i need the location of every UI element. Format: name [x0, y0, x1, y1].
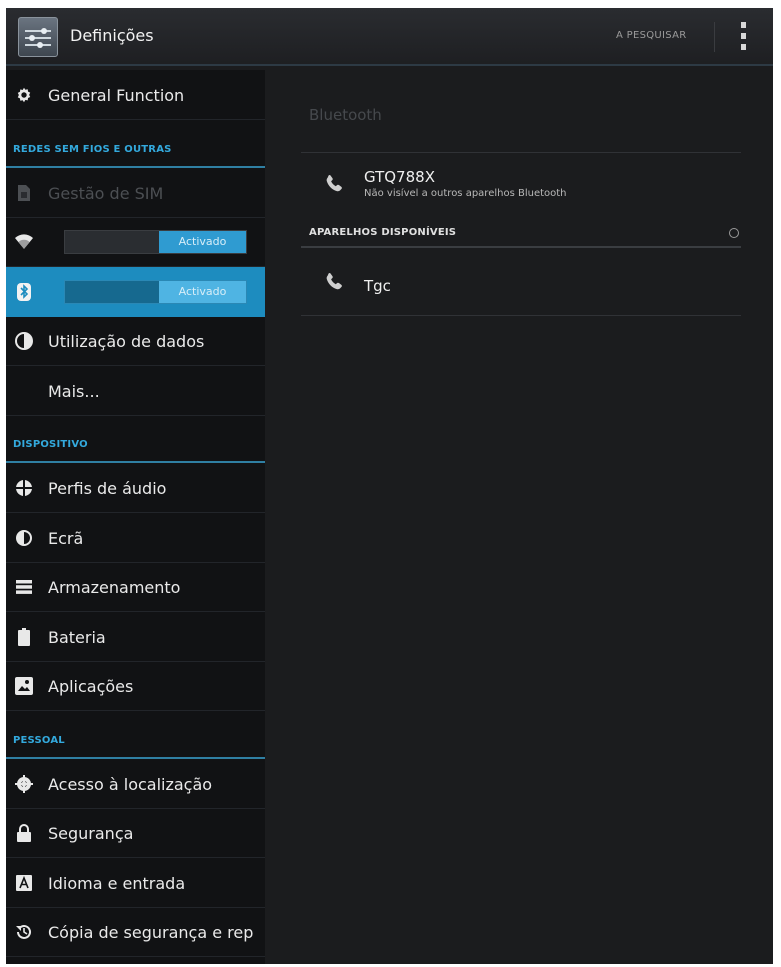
- sidebar-item-language[interactable]: Idioma e entrada: [6, 858, 265, 908]
- sidebar-item-apps[interactable]: Aplicações: [6, 661, 265, 711]
- sidebar-item-label: Gestão de SIM: [48, 183, 164, 203]
- settings-sidebar: General Function REDES SEM FIOS E OUTRAS G…: [6, 70, 265, 964]
- sidebar-section-header: REDES SEM FIOS E OUTRAS: [6, 134, 265, 168]
- sidebar-item-bluetooth[interactable]: Activado: [6, 266, 265, 317]
- settings-screen: Definições A PESQUISAR General Function R…: [6, 8, 773, 964]
- phone-icon: [326, 273, 342, 290]
- sidebar-item-sim[interactable]: Gestão de SIM: [6, 168, 265, 218]
- toggle-state-label: Activado: [159, 231, 246, 253]
- sidebar-item-location[interactable]: Acesso à localização: [6, 759, 265, 809]
- section-header-label: REDES SEM FIOS E OUTRAS: [13, 143, 172, 155]
- bluetooth-icon: [14, 282, 34, 302]
- device-visibility-status: Não visível a outros aparelhos Bluetooth: [364, 188, 567, 199]
- sim-icon: [14, 183, 34, 203]
- overflow-menu-icon[interactable]: [734, 22, 754, 52]
- sidebar-item-label: Segurança: [48, 824, 134, 843]
- divider: [301, 315, 741, 316]
- available-devices-header: APARELHOS DISPONÍVEIS: [309, 227, 457, 238]
- sidebar-section-header: PESSOAL: [6, 725, 265, 759]
- wifi-toggle-switch[interactable]: Activado: [64, 230, 247, 254]
- audio-profiles-icon: [14, 478, 34, 498]
- lock-icon: [14, 823, 34, 843]
- scanning-progress-icon: [729, 228, 739, 238]
- apps-icon: [14, 676, 34, 696]
- section-header-label: PESSOAL: [13, 734, 65, 746]
- divider: [301, 152, 741, 153]
- phone-icon: [326, 175, 342, 192]
- storage-icon: [14, 577, 34, 597]
- sidebar-item-storage[interactable]: Armazenamento: [6, 562, 265, 612]
- language-icon: [14, 873, 34, 893]
- action-bar: Definições A PESQUISAR: [6, 8, 773, 66]
- sidebar-item-label: Aplicações: [48, 677, 134, 696]
- battery-icon: [14, 627, 34, 647]
- device-name: GTQ788X: [364, 168, 435, 186]
- sidebar-item-label: Ecrã: [48, 528, 84, 548]
- gear-icon: [14, 85, 34, 105]
- pane-title: Bluetooth: [309, 106, 382, 124]
- location-icon: [14, 774, 34, 794]
- toggle-state-label: Activado: [159, 280, 246, 303]
- backup-icon: [14, 922, 34, 942]
- search-button[interactable]: A PESQUISAR: [616, 30, 686, 41]
- sidebar-item-lock[interactable]: Segurança: [6, 808, 265, 858]
- sidebar-item-battery[interactable]: Bateria: [6, 612, 265, 662]
- sidebar-item-label: Cópia de segurança e rep: [48, 923, 254, 942]
- bluetooth-toggle-switch[interactable]: Activado: [64, 279, 247, 304]
- section-header-label: DISPOSITIVO: [13, 439, 88, 450]
- sidebar-item-label: General Function: [48, 86, 185, 105]
- device-name: Tgc: [364, 277, 391, 295]
- page-title: Definições: [70, 26, 154, 45]
- section-divider: [301, 246, 741, 248]
- settings-app-icon[interactable]: [18, 17, 58, 57]
- sidebar-item-display[interactable]: Ecrã: [6, 513, 265, 563]
- sidebar-item-gear[interactable]: General Function: [6, 70, 265, 120]
- sidebar-item-data-usage[interactable]: Utilização de dados: [6, 316, 265, 366]
- sidebar-section-header: DISPOSITIVO: [6, 429, 265, 463]
- sidebar-item-label: Acesso à localização: [48, 774, 213, 794]
- sidebar-item-mais[interactable]: Mais...: [6, 366, 265, 416]
- sidebar-item-label: Mais...: [48, 381, 100, 401]
- sidebar-item-backup[interactable]: Cópia de segurança e rep: [6, 907, 265, 957]
- bluetooth-pane: Bluetooth GTQ788X Não visível a outros a…: [265, 70, 773, 964]
- action-bar-divider: [714, 22, 715, 52]
- sidebar-item-wifi[interactable]: Activado: [6, 217, 265, 267]
- sidebar-item-label: Perfis de áudio: [48, 479, 167, 498]
- sidebar-item-label: Bateria: [48, 627, 106, 647]
- sidebar-item-audio-profiles[interactable]: Perfis de áudio: [6, 463, 265, 513]
- wifi-icon: [14, 232, 34, 252]
- sidebar-item-label: Armazenamento: [48, 578, 181, 597]
- data-usage-icon: [14, 331, 34, 351]
- sidebar-item-label: Utilização de dados: [48, 332, 205, 351]
- display-icon: [14, 528, 34, 548]
- sidebar-item-label: Idioma e entrada: [48, 873, 186, 893]
